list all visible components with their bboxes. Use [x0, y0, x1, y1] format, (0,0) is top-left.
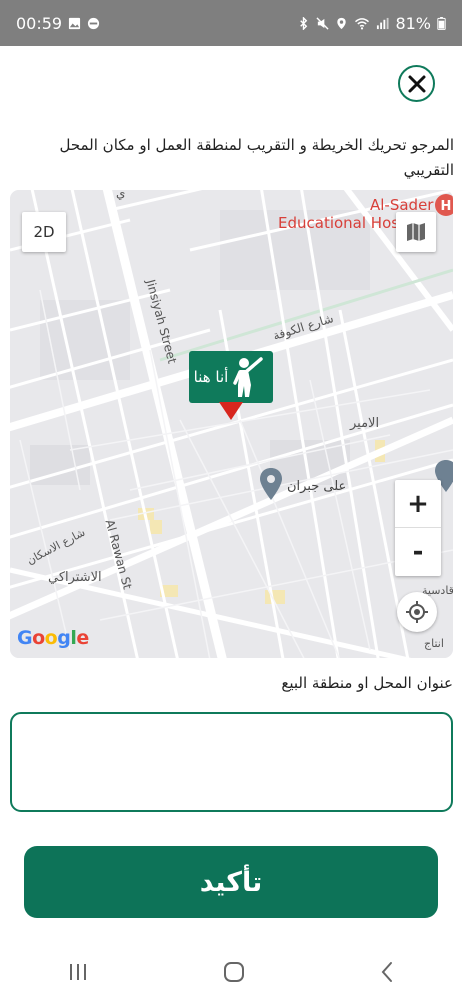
marker-pin-tip [219, 402, 243, 420]
location-icon [337, 17, 347, 29]
dnd-icon [88, 17, 100, 29]
view-2d-button[interactable]: 2D [22, 212, 66, 252]
person-pointing-icon [233, 357, 263, 397]
address-label: عنوان المحل او منطقة البيع [281, 674, 453, 692]
close-button[interactable] [398, 65, 435, 102]
map-view[interactable]: H Al-Sader Educational Hospital Jinsiyah… [10, 190, 453, 658]
svg-text:H: H [441, 199, 452, 214]
zoom-out-button[interactable]: - [395, 528, 441, 576]
place-label-amir: الامير [350, 416, 380, 431]
confirm-button[interactable]: تأكيد [24, 846, 438, 918]
google-logo: Google [17, 627, 89, 649]
crosshair-icon [406, 601, 428, 623]
address-input[interactable] [10, 712, 453, 812]
place-label-ishtiraki: الاشتراكي [48, 570, 102, 585]
battery-icon [437, 16, 446, 30]
instruction-text: المرجو تحريك الخريطة و التقريب لمنطقة ال… [59, 136, 454, 179]
status-time: 00:59 [16, 13, 63, 33]
zoom-in-button[interactable]: + [395, 480, 441, 528]
recent-apps-icon[interactable] [66, 962, 90, 982]
image-icon [69, 17, 81, 29]
back-icon[interactable] [378, 961, 396, 983]
close-icon [408, 75, 425, 92]
zoom-controls: + - [395, 480, 441, 576]
bluetooth-icon [300, 16, 308, 30]
map-streets: H [10, 190, 453, 658]
system-nav-bar [0, 944, 462, 1000]
map-type-button[interactable] [396, 212, 436, 252]
location-marker[interactable]: أنا هنا [189, 351, 273, 403]
wifi-icon [355, 17, 370, 29]
battery-percent: 81% [395, 13, 431, 33]
place-label-ali: على جبران [287, 479, 347, 494]
home-icon[interactable] [223, 961, 245, 983]
map-layers-icon [407, 223, 425, 241]
place-label-intaj: انتاج [424, 637, 444, 650]
my-location-button[interactable] [397, 592, 437, 632]
signal-icon [377, 17, 389, 29]
mute-icon [316, 16, 330, 30]
edge-label: ي [116, 190, 126, 200]
marker-label: أنا هنا [193, 367, 229, 386]
status-bar: 00:59 81% [0, 0, 462, 46]
